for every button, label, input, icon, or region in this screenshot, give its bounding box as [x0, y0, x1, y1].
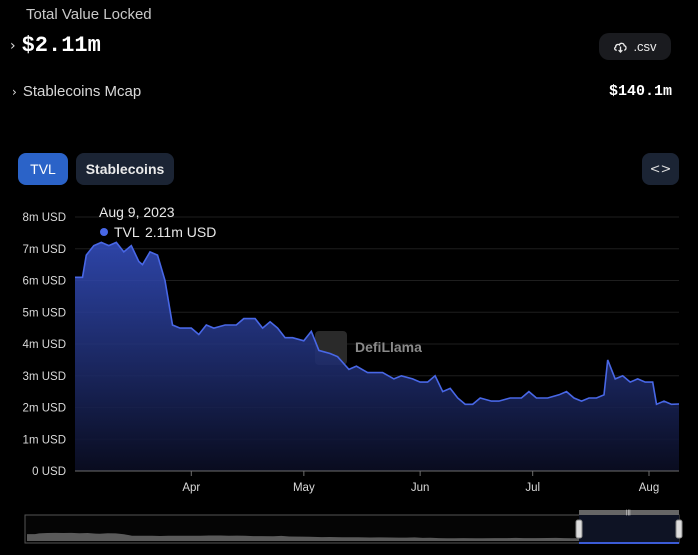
y-tick-label: 7m USD — [23, 244, 66, 256]
csv-download-button[interactable]: .csv — [599, 33, 671, 60]
y-tick-label: 3m USD — [23, 371, 66, 383]
y-tick-label: 4m USD — [23, 339, 66, 351]
y-tick-label: 6m USD — [23, 276, 66, 288]
tooltip-date: Aug 9, 2023 — [99, 204, 175, 220]
mcap-label: Stablecoins Mcap — [22, 83, 142, 100]
y-tick-label: 1m USD — [23, 434, 66, 446]
watermark-text: DefiLlama — [355, 339, 422, 355]
chevron-right-icon: › — [12, 84, 17, 99]
cloud-download-icon — [614, 42, 628, 53]
tab-stablecoins[interactable]: Stablecoins — [76, 153, 174, 185]
tvl-label: Total Value Locked — [26, 6, 152, 23]
csv-button-label: .csv — [633, 39, 657, 54]
chevron-right-icon[interactable]: › — [10, 38, 16, 54]
mcap-value: $140.1m — [608, 83, 672, 100]
chart-tooltip: Aug 9, 2023 TVL 2.11m USD — [99, 204, 216, 240]
x-axis: Apr May Jun Jul Aug — [75, 470, 679, 494]
slider-grip-icon: ||| — [626, 510, 631, 516]
stablecoins-mcap-toggle[interactable]: › Stablecoins Mcap — [12, 83, 141, 100]
y-tick-label: 2m USD — [23, 403, 66, 415]
y-tick-label: 5m USD — [23, 307, 66, 319]
x-tick-label: Jun — [411, 482, 430, 494]
tvl-chart[interactable]: DefiLlama 0 USD 1m USD 2m USD 3m USD 4m USD 5… — [0, 195, 698, 555]
slider-selection-bar — [579, 542, 679, 544]
embed-button[interactable]: <> — [642, 153, 679, 185]
y-tick-label: 0 USD — [32, 466, 66, 478]
tvl-row[interactable]: › $2.11m — [10, 33, 101, 58]
tvl-value: $2.11m — [21, 33, 101, 58]
y-tick-label: 8m USD — [23, 212, 66, 224]
slider-right-handle[interactable] — [675, 519, 683, 539]
x-tick-label: Aug — [639, 482, 659, 494]
slider-selection[interactable] — [579, 515, 679, 543]
x-tick-label: May — [293, 482, 315, 494]
tvl-area — [75, 242, 679, 471]
y-axis: 0 USD 1m USD 2m USD 3m USD 4m USD 5m USD 6m US… — [23, 212, 66, 478]
tooltip-series: TVL — [114, 224, 140, 240]
slider-left-handle[interactable] — [575, 519, 583, 539]
tooltip-value: 2.11m USD — [145, 224, 216, 240]
x-tick-label: Apr — [182, 482, 200, 494]
tab-tvl[interactable]: TVL — [18, 153, 68, 185]
x-tick-label: Jul — [525, 482, 540, 494]
range-slider[interactable]: ||| — [24, 510, 683, 544]
tooltip-series-dot — [100, 228, 108, 236]
code-icon: <> — [649, 161, 672, 177]
